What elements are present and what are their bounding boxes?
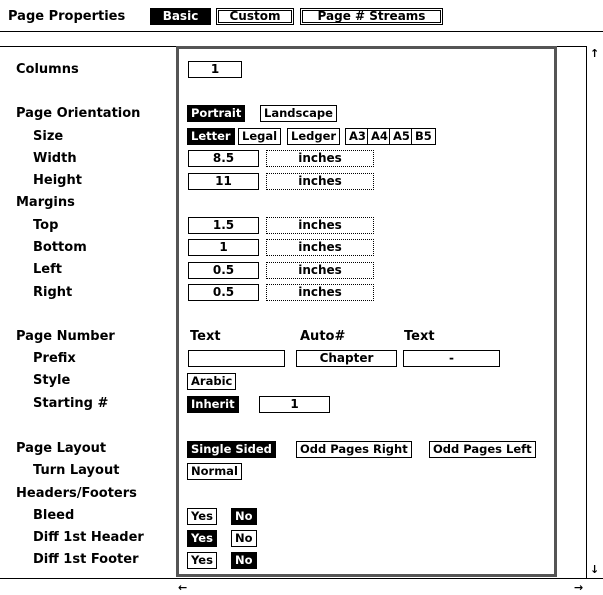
- label-columns: Columns: [16, 62, 79, 77]
- label-top: Top: [33, 218, 59, 233]
- size-b5-button[interactable]: B5: [411, 128, 436, 145]
- tab-basic[interactable]: Basic: [150, 8, 211, 25]
- width-unit[interactable]: inches: [266, 150, 374, 167]
- portrait-button[interactable]: Portrait: [187, 105, 246, 122]
- left-margin-unit[interactable]: inches: [266, 262, 374, 279]
- label-diff-1st-footer: Diff 1st Footer: [33, 552, 139, 567]
- top-margin-unit[interactable]: inches: [266, 217, 374, 234]
- right-margin-field[interactable]: 0.5: [188, 284, 259, 301]
- title-bar: Page Properties Basic Custom Page # Stre…: [0, 0, 603, 32]
- bottom-margin-unit[interactable]: inches: [266, 239, 374, 256]
- tab-custom[interactable]: Custom: [216, 8, 294, 25]
- height-unit[interactable]: inches: [266, 173, 374, 190]
- label-margins: Margins: [16, 195, 75, 210]
- label-bottom: Bottom: [33, 240, 87, 255]
- label-prefix: Prefix: [33, 351, 76, 366]
- prefix-text-field[interactable]: [188, 350, 285, 367]
- scroll-up-icon[interactable]: ↑: [590, 48, 599, 59]
- style-arabic-button[interactable]: Arabic: [187, 373, 237, 390]
- label-left: Left: [33, 262, 62, 277]
- col-header-auto: Auto#: [300, 329, 346, 344]
- scroll-down-icon[interactable]: ↓: [590, 564, 599, 575]
- inherit-button[interactable]: Inherit: [187, 396, 239, 413]
- label-diff-1st-header: Diff 1st Header: [33, 530, 144, 545]
- label-page-orientation: Page Orientation: [16, 106, 141, 121]
- bleed-yes-button[interactable]: Yes: [187, 508, 217, 525]
- value-panel: [176, 46, 557, 577]
- label-starting: Starting #: [33, 396, 109, 411]
- turn-layout-normal-button[interactable]: Normal: [187, 463, 242, 480]
- toolbar-strip: [0, 31, 603, 47]
- label-turn-layout: Turn Layout: [33, 463, 120, 478]
- diff-1st-header-yes-button[interactable]: Yes: [187, 530, 217, 547]
- width-field[interactable]: 8.5: [188, 150, 259, 167]
- label-bleed: Bleed: [33, 508, 75, 523]
- col-header-text: Text: [190, 329, 221, 344]
- size-legal-button[interactable]: Legal: [238, 128, 282, 145]
- scroll-right-icon[interactable]: →: [574, 582, 583, 593]
- label-size: Size: [33, 129, 64, 144]
- columns-field[interactable]: 1: [188, 61, 242, 78]
- odd-pages-right-button[interactable]: Odd Pages Right: [296, 441, 412, 458]
- right-margin-unit[interactable]: inches: [266, 284, 374, 301]
- odd-pages-left-button[interactable]: Odd Pages Left: [429, 441, 536, 458]
- horizontal-scrollbar[interactable]: ← →: [0, 578, 603, 595]
- top-margin-field[interactable]: 1.5: [188, 217, 259, 234]
- prefix-separator-field[interactable]: -: [403, 350, 500, 367]
- tab-page-streams[interactable]: Page # Streams: [300, 8, 443, 25]
- label-page-layout: Page Layout: [16, 441, 107, 456]
- bleed-no-button[interactable]: No: [231, 508, 257, 525]
- prefix-auto-field[interactable]: Chapter: [296, 350, 397, 367]
- starting-number-field[interactable]: 1: [259, 396, 330, 413]
- label-width: Width: [33, 151, 77, 166]
- col-header-text-2: Text: [404, 329, 435, 344]
- single-sided-button[interactable]: Single Sided: [187, 441, 276, 458]
- diff-1st-footer-yes-button[interactable]: Yes: [187, 552, 217, 569]
- window-title: Page Properties: [8, 9, 126, 24]
- label-right: Right: [33, 285, 73, 300]
- diff-1st-footer-no-button[interactable]: No: [231, 552, 257, 569]
- diff-1st-header-no-button[interactable]: No: [231, 530, 257, 547]
- size-ledger-button[interactable]: Ledger: [287, 128, 341, 145]
- bottom-margin-field[interactable]: 1: [188, 239, 259, 256]
- left-margin-field[interactable]: 0.5: [188, 262, 259, 279]
- label-page-number: Page Number: [16, 329, 115, 344]
- label-style: Style: [33, 373, 71, 388]
- scroll-left-icon[interactable]: ←: [178, 582, 187, 593]
- size-letter-button[interactable]: Letter: [187, 128, 235, 145]
- vertical-scrollbar[interactable]: ↑ ↓: [586, 46, 603, 578]
- label-height: Height: [33, 173, 82, 188]
- height-field[interactable]: 11: [188, 173, 259, 190]
- label-headers-footers: Headers/Footers: [16, 486, 137, 501]
- landscape-button[interactable]: Landscape: [260, 105, 337, 122]
